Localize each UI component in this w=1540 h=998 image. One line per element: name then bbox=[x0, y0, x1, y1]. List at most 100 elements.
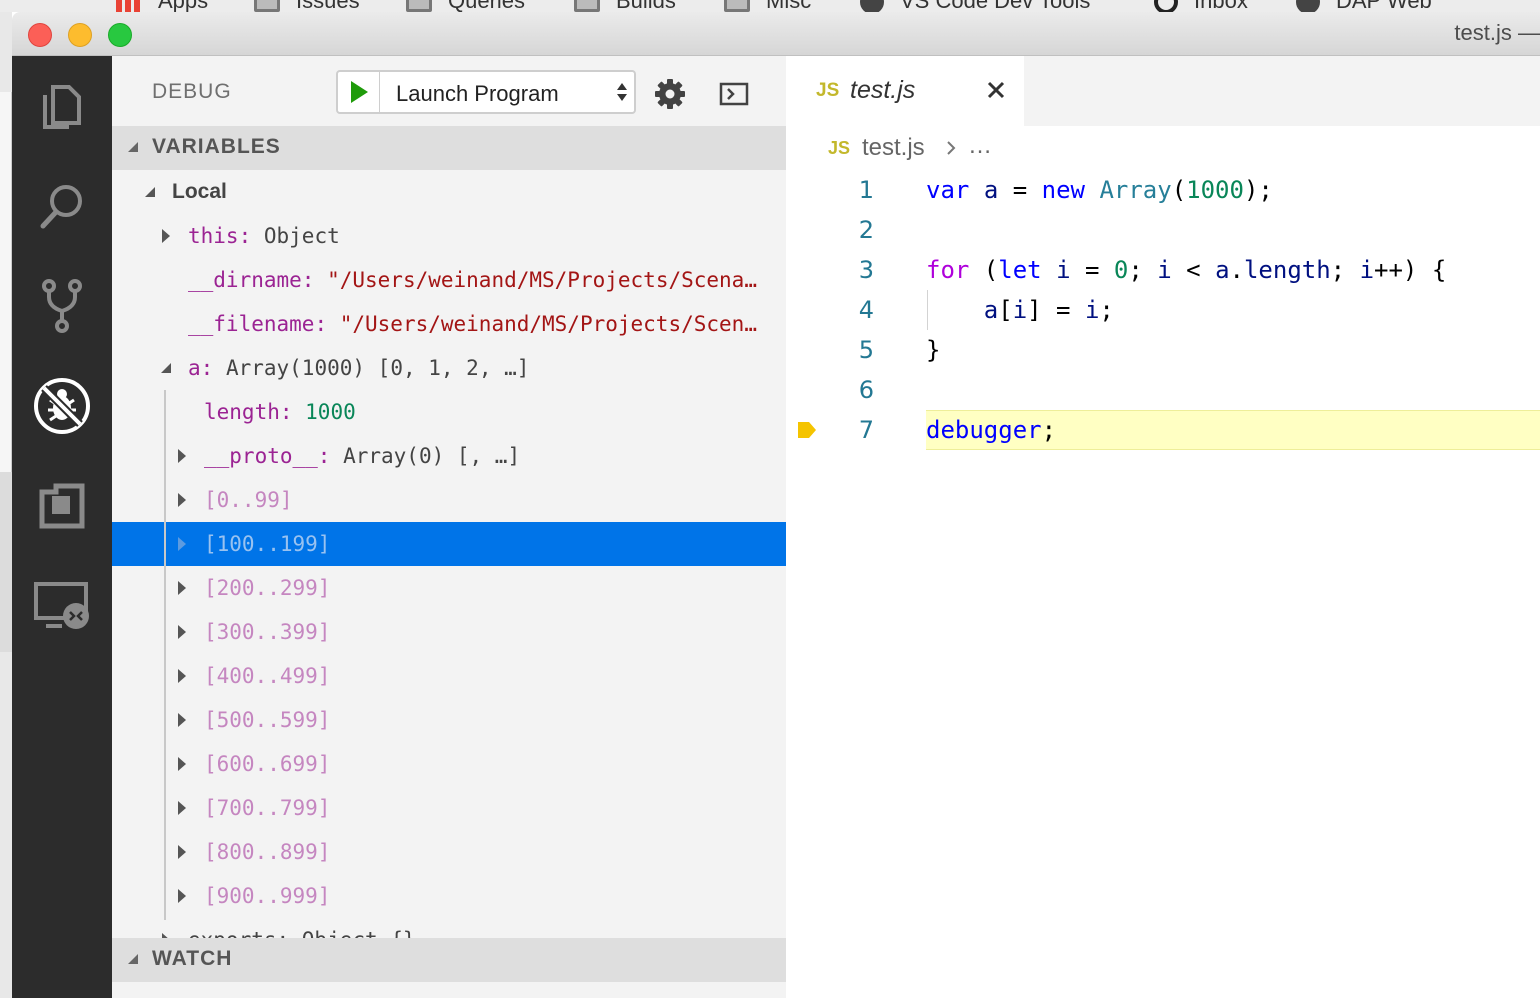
minimize-window-button[interactable] bbox=[68, 23, 92, 47]
bookmark-inbox[interactable]: Inbox bbox=[1154, 0, 1248, 12]
variables-section-header[interactable]: VARIABLES bbox=[112, 126, 786, 170]
collapsed-twisty-icon bbox=[174, 654, 190, 698]
range-row[interactable]: [0..99] bbox=[112, 478, 786, 522]
variable-name: a bbox=[188, 356, 201, 380]
range-row[interactable]: [300..399] bbox=[112, 610, 786, 654]
expanded-twisty-icon bbox=[142, 170, 158, 214]
variable-name: __filename bbox=[188, 312, 315, 336]
line-number: 3 bbox=[858, 256, 874, 284]
collapsed-twisty-icon bbox=[174, 478, 190, 522]
code-token: a bbox=[983, 176, 999, 204]
bookmark-issues[interactable]: Issues bbox=[254, 0, 360, 12]
line-number: 5 bbox=[858, 336, 874, 364]
code-line[interactable]: 3 for (let i = 0; i < a.length; i++) { bbox=[786, 250, 1540, 290]
indent-guide bbox=[164, 390, 166, 920]
code-line[interactable]: 5} bbox=[786, 330, 1540, 370]
start-debugging-button[interactable] bbox=[338, 72, 380, 112]
activity-extensions[interactable] bbox=[12, 456, 112, 556]
code-text: debugger; bbox=[926, 410, 1056, 450]
search-icon bbox=[40, 185, 82, 229]
activity-source-control[interactable] bbox=[12, 256, 112, 356]
variable-row-this[interactable]: this: Object bbox=[112, 214, 786, 258]
breadcrumb-file[interactable]: test.js bbox=[862, 134, 925, 162]
activity-remote-explorer[interactable] bbox=[12, 556, 112, 656]
code-line[interactable]: 2 bbox=[786, 210, 1540, 250]
range-row[interactable]: [400..499] bbox=[112, 654, 786, 698]
collapsed-twisty-icon bbox=[158, 918, 174, 938]
code-token: = bbox=[1070, 256, 1114, 284]
variable-row-exports[interactable]: exports: Object {} bbox=[112, 918, 786, 938]
bookmark-queries[interactable]: Queries bbox=[406, 0, 525, 12]
variable-row-a[interactable]: a: Array(1000) [0, 1, 2, …] bbox=[112, 346, 786, 390]
code-line[interactable]: 6 bbox=[786, 370, 1540, 410]
range-row[interactable]: [200..299] bbox=[112, 566, 786, 610]
scope-local[interactable]: Local bbox=[112, 170, 786, 214]
collapsed-twisty-icon bbox=[174, 786, 190, 830]
code-token: ; bbox=[1099, 296, 1114, 324]
range-label: [600..699] bbox=[204, 752, 331, 776]
bookmark-apps[interactable]: Apps bbox=[116, 0, 208, 12]
variable-row-filename[interactable]: __filename: "/Users/weinand/MS/Projects/… bbox=[112, 302, 786, 346]
activity-search[interactable] bbox=[12, 156, 112, 256]
range-row[interactable]: [800..899] bbox=[112, 830, 786, 874]
variable-name: this bbox=[188, 224, 239, 248]
close-tab-button[interactable] bbox=[982, 76, 1010, 104]
launch-config-label: Launch Program bbox=[396, 81, 559, 106]
code-token: ++) { bbox=[1374, 256, 1447, 284]
code-token: i bbox=[1157, 256, 1172, 284]
variable-value: "/Users/weinand/MS/Projects/Scen… bbox=[339, 312, 757, 336]
range-row[interactable]: [900..999] bbox=[112, 874, 786, 918]
code-token: i bbox=[1084, 296, 1100, 324]
collapsed-twisty-icon bbox=[174, 830, 190, 874]
collapsed-twisty-icon bbox=[174, 566, 190, 610]
code-token: . bbox=[1229, 256, 1244, 284]
chevron-right-icon bbox=[947, 141, 956, 155]
range-label: [700..799] bbox=[204, 796, 331, 820]
variable-row-proto[interactable]: __proto__: Array(0) [, …] bbox=[112, 434, 786, 478]
bookmark-dap-web[interactable]: DAP Web bbox=[1296, 0, 1432, 12]
range-label: [200..299] bbox=[204, 576, 331, 600]
breadcrumb: JS test.js … bbox=[786, 126, 1540, 170]
code-editor[interactable]: 1 var a = new Array(1000); 2 3 for (let i = … bbox=[786, 170, 1540, 998]
activity-debug[interactable] bbox=[12, 356, 112, 456]
variable-row-dirname[interactable]: __dirname: "/Users/weinand/MS/Projects/S… bbox=[112, 258, 786, 302]
code-line[interactable]: 1 var a = new Array(1000); bbox=[786, 170, 1540, 210]
variable-row-length[interactable]: length: 1000 bbox=[112, 390, 786, 434]
code-token: [ bbox=[998, 296, 1013, 324]
scope-label: Local bbox=[172, 180, 227, 203]
code-line[interactable]: 4 a[i] = i; bbox=[786, 290, 1540, 330]
range-row[interactable]: [600..699] bbox=[112, 742, 786, 786]
variables-section-title: VARIABLES bbox=[152, 135, 281, 158]
close-window-button[interactable] bbox=[28, 23, 52, 47]
tab-test-js[interactable]: JS test.js bbox=[786, 56, 1024, 126]
bookmark-builds[interactable]: Builds bbox=[574, 0, 676, 12]
activity-explorer[interactable] bbox=[12, 56, 112, 156]
activity-bar bbox=[12, 56, 112, 998]
range-row[interactable]: [700..799] bbox=[112, 786, 786, 830]
open-launch-json-button[interactable] bbox=[650, 74, 690, 114]
editor-tabs: JS test.js bbox=[786, 56, 1540, 126]
javascript-file-icon: JS bbox=[816, 80, 840, 101]
launch-config-select[interactable]: Launch Program bbox=[382, 72, 634, 112]
zoom-window-button[interactable] bbox=[108, 23, 132, 47]
range-row[interactable]: [500..599] bbox=[112, 698, 786, 742]
extensions-icon bbox=[39, 483, 85, 529]
line-number: 2 bbox=[858, 216, 874, 244]
code-token: length bbox=[1243, 256, 1331, 284]
debug-console-button[interactable] bbox=[714, 74, 754, 114]
bookmark-misc[interactable]: Misc bbox=[724, 0, 811, 12]
watch-section-header[interactable]: WATCH bbox=[112, 938, 786, 982]
variable-value: Object bbox=[263, 224, 340, 248]
github-icon bbox=[1154, 0, 1178, 12]
bookmark-vscode-dev-tools[interactable]: VS Code Dev Tools bbox=[860, 0, 1090, 12]
apps-grid-icon bbox=[116, 0, 142, 12]
folder-icon bbox=[254, 0, 280, 12]
code-token: new bbox=[1041, 176, 1085, 204]
range-row-selected[interactable]: [100..199] bbox=[112, 522, 786, 566]
breadcrumb-more[interactable]: … bbox=[968, 132, 992, 160]
collapsed-twisty-icon bbox=[174, 610, 190, 654]
line-number: 1 bbox=[858, 176, 874, 204]
terminal-icon bbox=[719, 82, 749, 106]
code-line[interactable]: 7 debugger; bbox=[786, 410, 1540, 450]
